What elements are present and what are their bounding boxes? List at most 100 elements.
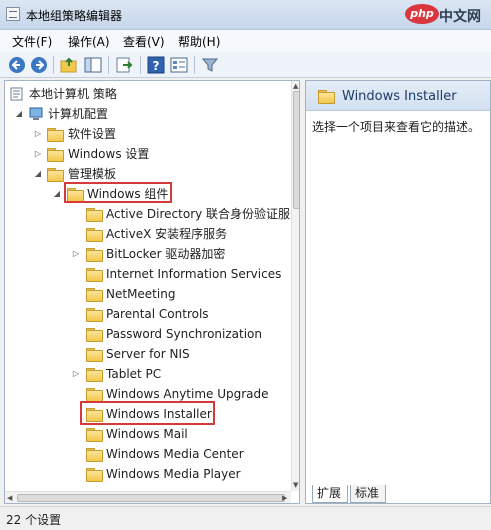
watermark: php 中文网 [405, 3, 485, 27]
tree-pane: 本地计算机 策略 ◢ 计算机配置 ▷ 软件设置 ▷ Windows 设置 ◢ 管… [4, 80, 300, 504]
scroll-right-icon[interactable]: ▶ [282, 494, 287, 502]
highlight-box [80, 401, 215, 425]
folder-icon [86, 328, 103, 342]
status-text: 22 个设置 [6, 513, 62, 527]
toolbar-separator [140, 56, 141, 74]
toolbar-separator [194, 56, 195, 74]
tree-label: Windows Media Center [106, 447, 244, 461]
scroll-thumb[interactable] [293, 91, 299, 209]
folder-icon [86, 448, 103, 462]
folder-up-icon[interactable] [60, 56, 78, 74]
tree-item-tablet-pc[interactable]: ▷ Tablet PC [5, 364, 291, 384]
tab-standard[interactable]: 标准 [350, 485, 386, 503]
details-header: Windows Installer [306, 81, 490, 111]
tree-item-windows-settings[interactable]: ▷ Windows 设置 [5, 144, 291, 164]
menu-file[interactable]: 文件(F) [12, 33, 52, 50]
policy-document-icon [10, 87, 23, 101]
collapse-arrow-icon[interactable]: ◢ [52, 184, 62, 204]
tree-item-bitlocker[interactable]: ▷ BitLocker 驱动器加密 [5, 244, 291, 264]
tree-label: Tablet PC [106, 367, 162, 381]
status-bar: 22 个设置 [0, 506, 491, 530]
tree-item-software-settings[interactable]: ▷ 软件设置 [5, 124, 291, 144]
tree-label: 计算机配置 [48, 107, 109, 121]
folder-icon [86, 468, 103, 482]
menu-view[interactable]: 查看(V) [123, 33, 165, 50]
properties-icon[interactable] [170, 56, 188, 74]
tree-label: Server for NIS [106, 347, 190, 361]
tree-item-parental-controls[interactable]: Parental Controls [5, 304, 291, 324]
tree-item-password-sync[interactable]: Password Synchronization [5, 324, 291, 344]
folder-icon [86, 348, 103, 362]
tree-label: NetMeeting [106, 287, 176, 301]
scroll-thumb[interactable] [17, 494, 285, 502]
folder-icon [86, 208, 103, 222]
folder-icon [47, 168, 64, 182]
tree-label: Parental Controls [106, 307, 209, 321]
tree-item-media-player[interactable]: Windows Media Player [5, 464, 291, 484]
toolbar: ? [0, 52, 491, 78]
folder-icon [86, 308, 103, 322]
tree-item-admin-templates[interactable]: ◢ 管理模板 [5, 164, 291, 184]
filter-icon[interactable] [201, 56, 219, 74]
tab-extended[interactable]: 扩展 [312, 485, 348, 503]
folder-icon [86, 268, 103, 282]
tree-label: BitLocker 驱动器加密 [106, 247, 226, 261]
tree-item-root[interactable]: 本地计算机 策略 [5, 84, 291, 104]
details-title: Windows Installer [342, 89, 457, 104]
policy-editor-icon [6, 7, 20, 21]
scroll-left-icon[interactable]: ◀ [7, 494, 12, 502]
folder-icon [86, 388, 103, 402]
tree-label: Active Directory 联合身份验证服务 [106, 207, 300, 221]
collapse-arrow-icon[interactable]: ◢ [33, 164, 43, 184]
tree-item-server-for-nis[interactable]: Server for NIS [5, 344, 291, 364]
svg-text:?: ? [153, 59, 160, 73]
computer-icon [29, 107, 43, 120]
tree-item-activex[interactable]: ActiveX 安装程序服务 [5, 224, 291, 244]
expand-arrow-icon[interactable]: ▷ [33, 124, 43, 144]
folder-icon [86, 368, 103, 382]
tree-label: Windows 设置 [68, 147, 150, 161]
help-icon[interactable]: ? [147, 56, 165, 74]
menu-help[interactable]: 帮助(H) [178, 33, 220, 50]
show-hide-tree-icon[interactable] [84, 56, 102, 74]
folder-icon [86, 248, 103, 262]
tree-item-netmeeting[interactable]: NetMeeting [5, 284, 291, 304]
expand-arrow-icon[interactable]: ▷ [71, 364, 81, 384]
tree-label: 本地计算机 策略 [29, 87, 117, 101]
folder-icon [86, 428, 103, 442]
vertical-scrollbar[interactable]: ▲ ▼ [291, 81, 299, 491]
tree-label: Internet Information Services [106, 267, 282, 281]
folder-icon [318, 90, 335, 104]
scroll-down-icon[interactable]: ▼ [293, 481, 298, 489]
title-bar: 本地组策略编辑器 php 中文网 [0, 0, 491, 30]
back-arrow-icon[interactable] [8, 56, 26, 74]
menu-action[interactable]: 操作(A) [68, 33, 110, 50]
horizontal-scrollbar[interactable]: ◀ ▶ [5, 491, 291, 503]
tree-item-windows-mail[interactable]: Windows Mail [5, 424, 291, 444]
forward-arrow-icon[interactable] [30, 56, 48, 74]
highlight-box [64, 182, 172, 203]
expand-arrow-icon[interactable]: ▷ [71, 244, 81, 264]
tree-label: Password Synchronization [106, 327, 262, 341]
folder-icon [86, 228, 103, 242]
toolbar-separator [108, 56, 109, 74]
watermark-text: 中文网 [439, 9, 481, 25]
collapse-arrow-icon[interactable]: ◢ [14, 104, 24, 124]
details-pane: Windows Installer 选择一个项目来查看它的描述。 扩展 标准 [305, 80, 491, 504]
tree-label: Windows Media Player [106, 467, 241, 481]
tree-item-media-center[interactable]: Windows Media Center [5, 444, 291, 464]
details-description: 选择一个项目来查看它的描述。 [312, 120, 481, 134]
scroll-up-icon[interactable]: ▲ [293, 82, 298, 90]
tree-label: ActiveX 安装程序服务 [106, 227, 228, 241]
tree-item-iis[interactable]: Internet Information Services [5, 264, 291, 284]
toolbar-separator [53, 56, 54, 74]
export-list-icon[interactable] [115, 56, 133, 74]
folder-icon [47, 128, 64, 142]
folder-icon [47, 148, 64, 162]
folder-icon [86, 288, 103, 302]
menu-bar: 文件(F) 操作(A) 查看(V) 帮助(H) [0, 30, 491, 52]
expand-arrow-icon[interactable]: ▷ [33, 144, 43, 164]
tree-item-adfs[interactable]: Active Directory 联合身份验证服务 [5, 204, 299, 224]
window-title: 本地组策略编辑器 [26, 9, 123, 23]
tree-item-computer-config[interactable]: ◢ 计算机配置 [5, 104, 291, 124]
